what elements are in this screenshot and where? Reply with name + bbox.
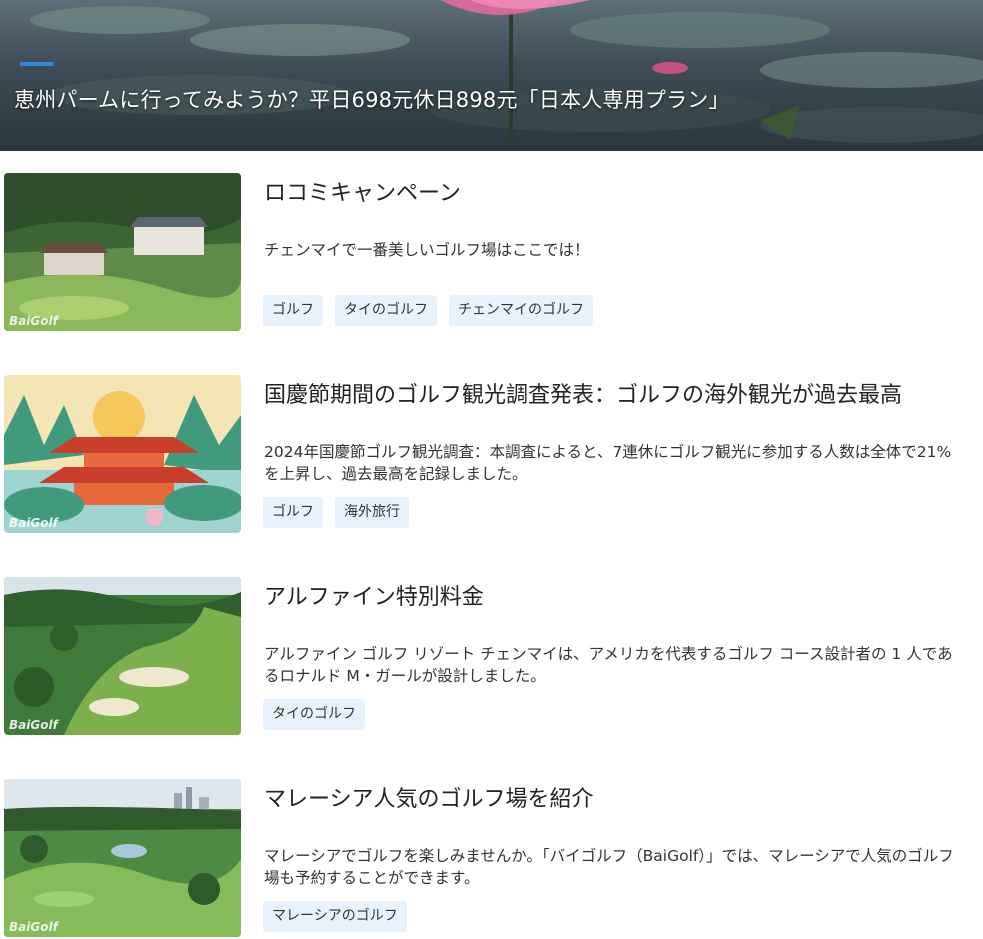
tag[interactable]: ゴルフ	[263, 295, 323, 326]
tag[interactable]: 海外旅行	[335, 497, 409, 528]
article-title[interactable]: 国慶節期間のゴルフ観光調査発表：ゴルフの海外観光が過去最高	[264, 377, 902, 409]
watermark: BaiGolf	[9, 920, 58, 934]
temple-illustration-image	[4, 375, 241, 533]
article-item[interactable]: BaiGolf 国慶節期間のゴルフ観光調査発表：ゴルフの海外観光が過去最高 20…	[0, 375, 983, 535]
article-thumbnail[interactable]: BaiGolf	[4, 173, 241, 331]
tag[interactable]: チェンマイのゴルフ	[449, 295, 593, 326]
watermark: BaiGolf	[9, 516, 58, 530]
hero-banner[interactable]: 恵州パームに行ってみようか？平日698元休日898元「日本人専用プラン」	[0, 0, 983, 151]
article-description: 2024年国慶節ゴルフ観光調査：本調査によると、7連休にゴルフ観光に参加する人数…	[264, 443, 952, 483]
tag-list: マレーシアのゴルフ	[263, 901, 407, 932]
tag-list: タイのゴルフ	[263, 699, 365, 730]
hero-title[interactable]: 恵州パームに行ってみようか？平日698元休日898元「日本人専用プラン」	[14, 84, 730, 114]
tag-list: ゴルフ タイのゴルフ チェンマイのゴルフ	[263, 295, 593, 326]
carousel-indicator[interactable]	[20, 62, 54, 66]
article-thumbnail[interactable]: BaiGolf	[4, 375, 241, 533]
tag[interactable]: ゴルフ	[263, 497, 323, 528]
article-item[interactable]: BaiGolf アルファイン特別料金 アルファイン ゴルフ リゾート チェンマイ…	[0, 577, 983, 737]
article-description: マレーシアでゴルフを楽しみませんか。「バイゴルフ（BaiGolf）」では、マレー…	[264, 847, 954, 887]
watermark: BaiGolf	[9, 314, 58, 328]
tag-list: ゴルフ 海外旅行	[263, 497, 409, 528]
hero-image	[30, 0, 983, 143]
article-thumbnail[interactable]: BaiGolf	[4, 577, 241, 735]
article-description: チェンマイで一番美しいゴルフ場はここでは！	[264, 241, 590, 259]
article-item[interactable]: BaiGolf ロコミキャンペーン チェンマイで一番美しいゴルフ場はここでは！ …	[0, 173, 983, 333]
golf-resort-image	[4, 173, 241, 331]
article-title[interactable]: ロコミキャンペーン	[264, 175, 461, 207]
article-description: アルファイン ゴルフ リゾート チェンマイは、アメリカを代表するゴルフ コース設…	[264, 645, 953, 685]
tag[interactable]: タイのゴルフ	[263, 699, 365, 730]
tag[interactable]: タイのゴルフ	[335, 295, 437, 326]
article-item[interactable]: BaiGolf マレーシア人気のゴルフ場を紹介 マレーシアでゴルフを楽しみません…	[0, 779, 983, 939]
article-title[interactable]: マレーシア人気のゴルフ場を紹介	[264, 781, 594, 813]
article-thumbnail[interactable]: BaiGolf	[4, 779, 241, 937]
article-title[interactable]: アルファイン特別料金	[264, 579, 484, 611]
city-golf-course-image	[4, 779, 241, 937]
golf-course-image	[4, 577, 241, 735]
tag[interactable]: マレーシアのゴルフ	[263, 901, 407, 932]
watermark: BaiGolf	[9, 718, 58, 732]
